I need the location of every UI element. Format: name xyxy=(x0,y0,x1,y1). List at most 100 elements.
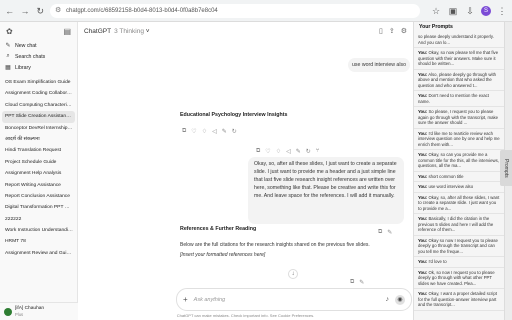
edit-icon[interactable]: ✎ xyxy=(387,229,392,236)
new-chat-button[interactable]: ✎ New chat xyxy=(0,40,77,51)
sidebar-toggle-icon[interactable]: ▤ xyxy=(63,27,71,36)
sidebar-chat-item[interactable]: HRMT 78 xyxy=(0,236,77,247)
downloads-icon[interactable]: ⇩ xyxy=(464,5,476,17)
prompt-list-item[interactable]: You: Don't need to mention the exact nam… xyxy=(414,91,504,107)
edit-icon[interactable]: ✎ xyxy=(359,279,364,286)
browser-toolbar: ← → ↻ ⚙ chatgpt.com/c/68592158-b0d4-8013… xyxy=(0,0,512,22)
prompt-text: Ok, so now I request you to please deepl… xyxy=(418,269,495,286)
prompt-list-item[interactable]: You: short common title xyxy=(414,172,504,182)
response-actions-lower: ⧉ ✎ xyxy=(350,279,364,286)
prompt-text: Also, please deeply go through with abov… xyxy=(418,71,497,88)
sidebar-chat-item[interactable]: Report Conclusion Assistance xyxy=(0,191,77,202)
prompt-list-item[interactable]: You: Okay so now I request you to please… xyxy=(414,236,504,257)
prompt-text: use word interview also xyxy=(428,184,474,189)
sidebar-chat-item[interactable]: Work Instruction Understanding xyxy=(0,225,77,236)
sidebar-chat-item[interactable]: आदर्श की संकल्पना xyxy=(0,134,77,145)
search-icon: ⌕ xyxy=(6,53,10,59)
extensions-icon[interactable]: ▣ xyxy=(447,5,459,17)
sidebar-chat-item[interactable]: 222222 xyxy=(0,214,77,225)
message-composer[interactable]: + Ask anything ♪ ◉ xyxy=(176,288,412,311)
sidebar-chat-item[interactable]: Assignment Help Analysis xyxy=(0,168,77,179)
message-actions: ⧉ ♡ ♢ ◁ ✎ ↻ ⑂ xyxy=(256,148,319,155)
copy-icon[interactable]: ⧉ xyxy=(182,128,186,135)
add-attachment-icon[interactable]: + xyxy=(183,295,188,304)
sidebar-chat-item[interactable]: Assignment Coding Collaboration xyxy=(0,88,77,99)
prompt-list-item[interactable]: so please deeply understand it properly.… xyxy=(414,32,504,48)
copy-icon[interactable]: ⧉ xyxy=(378,229,382,236)
sidebar-chat-item[interactable]: Bonceptor DevRel Internship Gui... xyxy=(0,123,77,134)
thumbs-down-icon[interactable]: ♢ xyxy=(202,128,207,135)
prompt-list-item[interactable]: You: use word interview also xyxy=(414,182,504,193)
sidebar-chat-item[interactable]: Cloud Computing Characteristics xyxy=(0,100,77,111)
search-chats-button[interactable]: ⌕ Search chats xyxy=(0,51,77,62)
prompt-author: You: xyxy=(418,173,428,179)
user-message-bubble: Okay, so, after all these slides, I just… xyxy=(248,157,404,224)
reload-icon[interactable]: ↻ xyxy=(35,5,46,17)
prompt-list-item[interactable]: You: Okay, I want a proper detailed scri… xyxy=(414,289,504,311)
branch-icon[interactable]: ⑂ xyxy=(316,148,320,155)
sidebar-chat-item[interactable]: Project Schedule Guide xyxy=(0,157,77,168)
url-text: chatgpt.com/c/68592158-b0d4-8013-b0d4-0f… xyxy=(65,7,218,14)
prompt-text: Basically, I did the citation in the pre… xyxy=(418,216,494,232)
bookmark-star-icon[interactable]: ☆ xyxy=(430,5,442,17)
library-icon: ▦ xyxy=(5,65,11,71)
thumbs-down-icon[interactable]: ♢ xyxy=(276,148,281,155)
composer-input[interactable]: Ask anything xyxy=(194,297,226,303)
sidebar-chat-item[interactable]: Report Writing Assistance xyxy=(0,180,77,191)
copy-icon[interactable]: ⧉ xyxy=(256,148,260,155)
prompt-text: Okay, so, after all these slides, I want… xyxy=(418,194,500,211)
copy-icon[interactable]: ⧉ xyxy=(350,279,354,286)
prompt-list-item[interactable]: You: Basically, I did the citation in th… xyxy=(414,214,504,236)
settings-icon[interactable]: ⚙ xyxy=(401,27,407,35)
prompt-list-item[interactable]: You: Okay, so now please tell me that fi… xyxy=(414,48,504,70)
edit-icon[interactable]: ✎ xyxy=(296,148,301,155)
prompt-author: You: xyxy=(418,152,428,157)
prompt-author: You: xyxy=(418,194,428,200)
scroll-down-button[interactable]: ↓ xyxy=(288,269,298,279)
prompt-list-item[interactable]: You: Also, please deeply go through with… xyxy=(414,70,504,91)
model-selector[interactable]: ChatGPT 3 Thinking ˅ xyxy=(84,28,150,35)
sidebar-chat-item[interactable]: Hindi Translation Request xyxy=(0,145,77,156)
prompts-tab[interactable]: Prompts xyxy=(500,150,512,186)
microphone-icon[interactable]: ♪ xyxy=(386,296,390,303)
user-account-button[interactable]: [ifA] Chauhan Plus xyxy=(0,302,78,320)
prompt-text: I'd love to xyxy=(428,259,447,264)
sidebar-chat-item[interactable]: PPT Slide Creation Assistance xyxy=(2,111,75,123)
forward-arrow-icon[interactable]: → xyxy=(19,5,30,17)
thumbs-up-icon[interactable]: ♡ xyxy=(191,128,196,135)
site-info-icon[interactable]: ⚙ xyxy=(55,4,61,18)
prompt-list-item[interactable]: You: Okay, so, after all these slides, I… xyxy=(414,193,504,214)
prompt-text: Okay, so can you provide me a common tit… xyxy=(418,152,499,168)
regenerate-icon[interactable]: ↻ xyxy=(306,148,311,155)
prompt-author: You: xyxy=(418,109,428,114)
openai-logo-icon[interactable]: ✿ xyxy=(6,27,13,36)
address-bar[interactable]: ⚙ chatgpt.com/c/68592158-b0d4-8013-b0d4-… xyxy=(49,3,420,18)
new-document-icon[interactable]: ▯ xyxy=(379,27,383,35)
sidebar-chat-item[interactable]: Assignment Review and Guidance xyxy=(0,248,77,259)
edit-icon[interactable]: ✎ xyxy=(222,128,227,135)
prompt-list-item[interactable]: You: Ok, so now I request you to please … xyxy=(414,268,504,289)
prompt-list-item[interactable]: You: I'd love to xyxy=(414,257,504,268)
prompt-list-item[interactable]: You: Okay, so can you provide me a commo… xyxy=(414,150,504,172)
disclaimer-text: ChatGPT can make mistakes. Check importa… xyxy=(176,313,315,318)
response-actions: ⧉ ♡ ♢ ◁ ✎ ↻ xyxy=(182,128,237,135)
profile-avatar[interactable]: S xyxy=(480,5,491,16)
prompt-text: Okay, so now please tell me that five qu… xyxy=(418,50,499,66)
speaker-icon[interactable]: ◁ xyxy=(286,148,291,155)
prompt-author: You: xyxy=(418,71,428,77)
prompt-author: You: xyxy=(418,130,428,136)
thumbs-up-icon[interactable]: ♡ xyxy=(265,148,270,155)
browser-menu-icon[interactable]: ⋮ xyxy=(496,5,508,17)
library-button[interactable]: ▦ Library xyxy=(0,62,77,73)
back-arrow-icon[interactable]: ← xyxy=(4,5,15,17)
speaker-icon[interactable]: ◁ xyxy=(212,128,217,135)
regenerate-icon[interactable]: ↻ xyxy=(232,128,237,135)
share-icon[interactable]: ⇪ xyxy=(389,27,395,35)
prompt-text: Okay, I want a proper detailed script fo… xyxy=(418,291,497,307)
voice-mode-button[interactable]: ◉ xyxy=(395,294,405,305)
sidebar-chat-item[interactable]: Digital Transformation PPT Help xyxy=(0,202,77,213)
sidebar-chat-item[interactable]: OS Exam Simplification Guide xyxy=(0,77,77,88)
prompt-list-item[interactable]: You: I'd like me to rearticle review eac… xyxy=(414,129,504,150)
prompt-list-item[interactable]: You: So please, I request you to please … xyxy=(414,107,504,129)
prompts-panel-title: Your Prompts xyxy=(419,24,453,30)
